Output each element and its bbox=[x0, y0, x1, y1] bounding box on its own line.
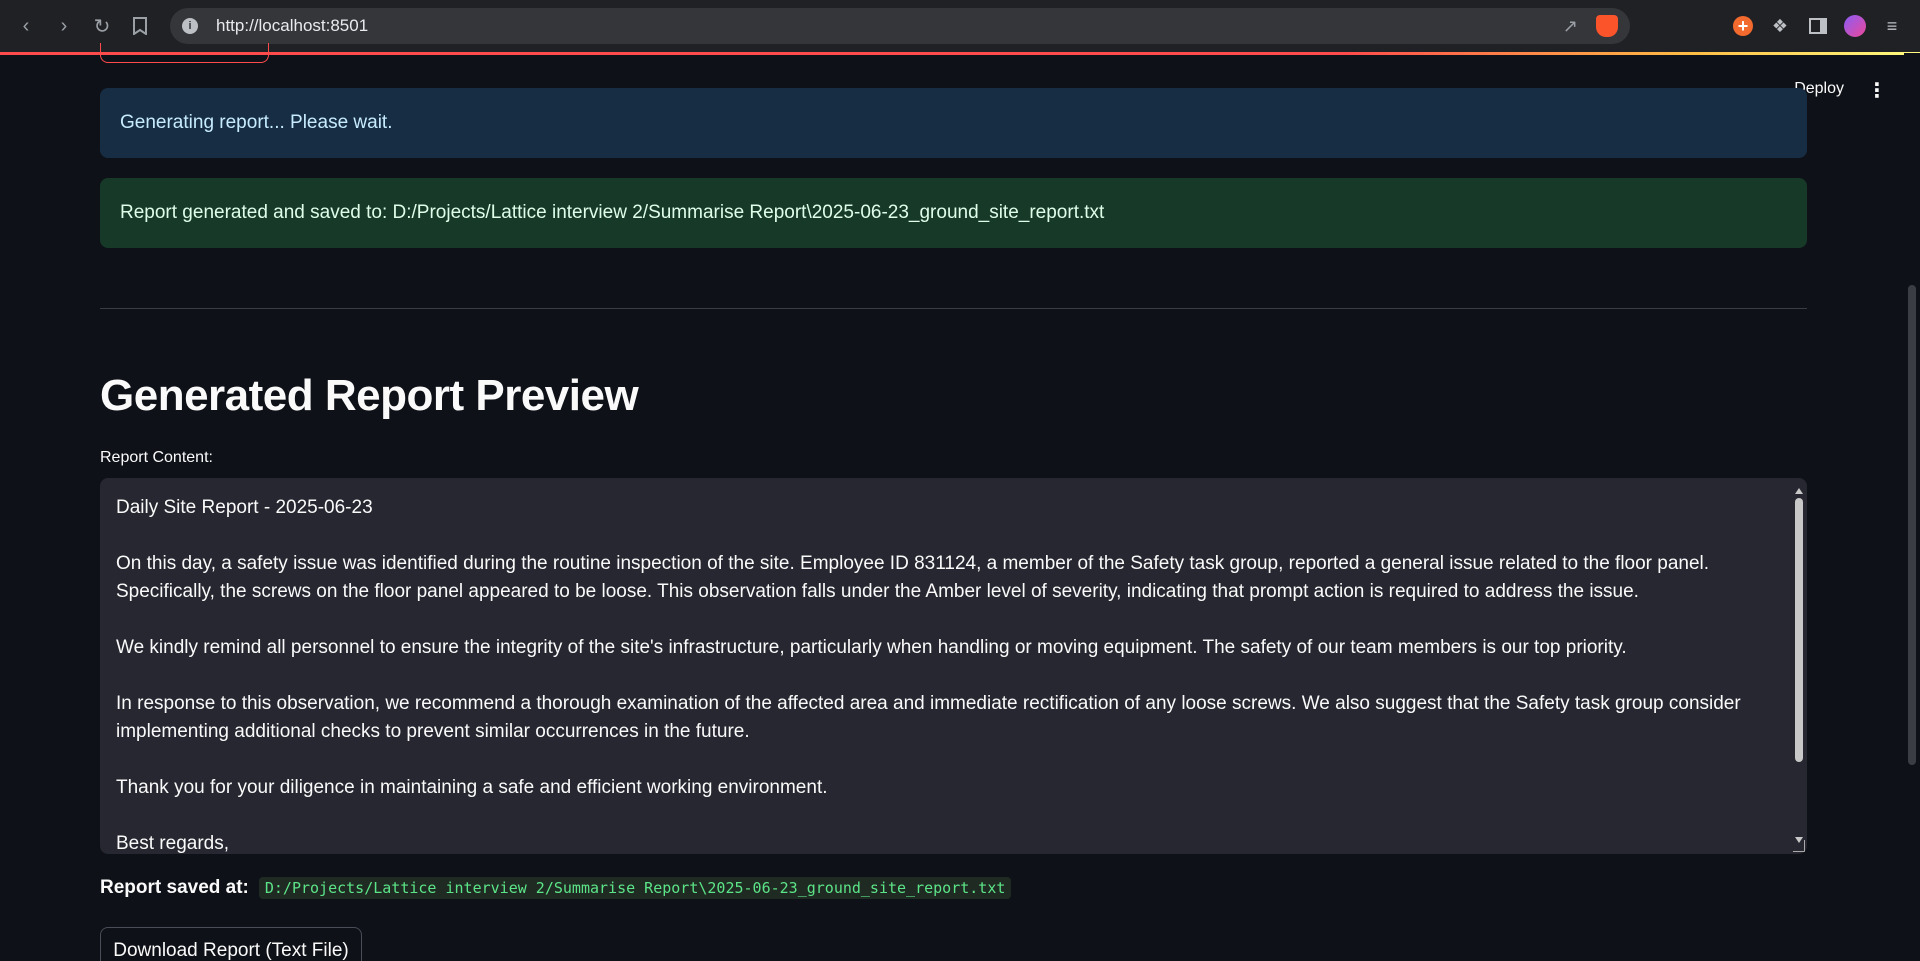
generate-button-partial[interactable] bbox=[100, 43, 269, 63]
profile-icon[interactable] bbox=[1844, 15, 1866, 37]
saved-at-label: Report saved at: bbox=[100, 877, 249, 898]
brave-shield-icon[interactable] bbox=[1596, 15, 1618, 37]
report-paragraph: We kindly remind all personnel to ensure… bbox=[116, 637, 1627, 658]
page-scroll-thumb[interactable] bbox=[1908, 285, 1916, 765]
page-scrollbar[interactable] bbox=[1904, 53, 1920, 961]
page-title: Generated Report Preview bbox=[100, 371, 639, 420]
textarea-label: Report Content: bbox=[100, 449, 213, 466]
forward-icon[interactable]: › bbox=[50, 12, 78, 40]
scroll-up-icon[interactable] bbox=[1795, 488, 1803, 494]
saved-at-path: D:/Projects/Lattice interview 2/Summaris… bbox=[258, 877, 1012, 899]
address-bar[interactable]: i http://localhost:8501 ↗ bbox=[170, 8, 1630, 44]
loading-progress-bar bbox=[0, 52, 1920, 55]
kebab-icon[interactable]: ⋮ bbox=[1867, 78, 1887, 103]
scroll-thumb[interactable] bbox=[1795, 498, 1803, 762]
resize-handle-icon[interactable] bbox=[1793, 840, 1805, 852]
bookmark-icon[interactable] bbox=[126, 12, 154, 40]
download-report-button[interactable]: Download Report (Text File) bbox=[100, 927, 362, 961]
back-icon[interactable]: ‹ bbox=[12, 12, 40, 40]
info-alert: Generating report... Please wait. bbox=[100, 88, 1807, 158]
success-alert: Report generated and saved to: D:/Projec… bbox=[100, 178, 1807, 248]
browser-toolbar: ‹ › ↻ i http://localhost:8501 ↗ + ❖ ≡ bbox=[0, 0, 1920, 55]
sidebar-icon[interactable] bbox=[1806, 14, 1830, 38]
report-paragraph: On this day, a safety issue was identifi… bbox=[116, 553, 1715, 602]
reload-icon[interactable]: ↻ bbox=[88, 12, 116, 40]
report-content-textarea[interactable]: Daily Site Report - 2025-06-23 On this d… bbox=[100, 478, 1807, 854]
puzzle-icon[interactable]: ❖ bbox=[1768, 14, 1792, 38]
menu-icon[interactable]: ≡ bbox=[1880, 14, 1904, 38]
divider bbox=[100, 308, 1807, 309]
url-text: http://localhost:8501 bbox=[216, 16, 369, 35]
saved-at-row: Report saved at: D:/Projects/Lattice int… bbox=[100, 877, 1012, 899]
report-paragraph: Best regards, bbox=[116, 833, 229, 854]
info-alert-text: Generating report... Please wait. bbox=[120, 112, 393, 133]
info-icon[interactable]: i bbox=[182, 18, 198, 34]
extension-icon[interactable]: + bbox=[1733, 16, 1753, 36]
report-paragraph: In response to this observation, we reco… bbox=[116, 693, 1746, 742]
report-paragraph: Daily Site Report - 2025-06-23 bbox=[116, 497, 373, 518]
textarea-scrollbar[interactable] bbox=[1795, 488, 1803, 843]
success-alert-text: Report generated and saved to: D:/Projec… bbox=[120, 202, 1105, 223]
report-paragraph: Thank you for your diligence in maintain… bbox=[116, 777, 828, 798]
share-icon[interactable]: ↗ bbox=[1563, 16, 1578, 37]
